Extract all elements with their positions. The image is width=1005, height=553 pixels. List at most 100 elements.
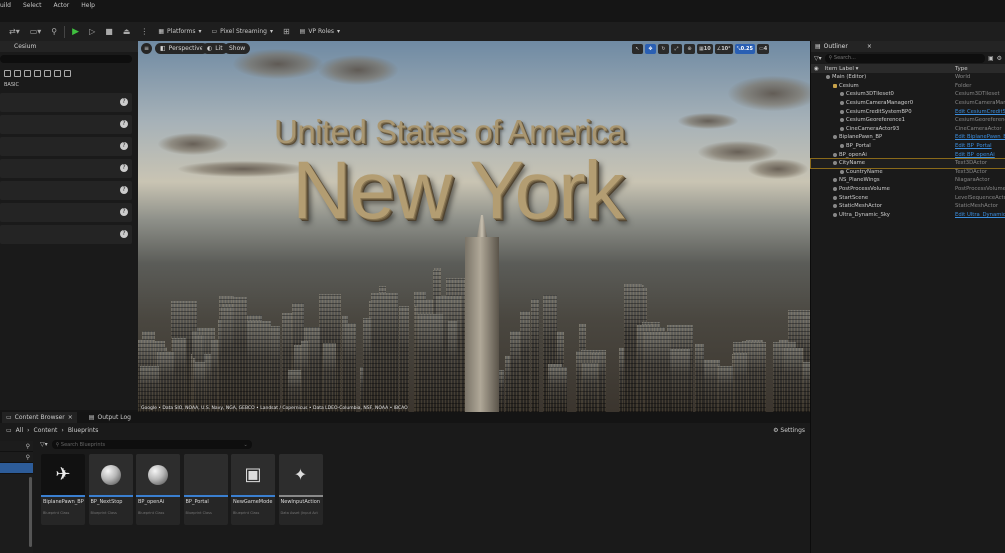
scale-snap-button[interactable]: ⤡ 0.25	[734, 43, 756, 54]
help-icon[interactable]: ?	[120, 142, 128, 150]
outliner-row[interactable]: BiplanePawn_BP Edit BiplanePawn_B	[811, 133, 1005, 142]
more-options-icon[interactable]: ⋮	[137, 25, 151, 39]
menu-help[interactable]: Help	[81, 2, 95, 9]
menu-build[interactable]: uild	[0, 2, 11, 9]
help-icon[interactable]: ?	[120, 230, 128, 238]
menu-select[interactable]: Select	[23, 2, 42, 9]
close-icon[interactable]: ×	[68, 414, 73, 421]
outliner-row[interactable]: CityName Text3DActor	[810, 157, 1005, 169]
breadcrumb-content[interactable]: Content	[34, 427, 58, 434]
type-column[interactable]: Type	[955, 66, 968, 72]
property-row[interactable]: ?	[0, 159, 132, 178]
close-icon[interactable]: ×	[867, 43, 872, 50]
outliner-search-input[interactable]: ⚲ Search...	[824, 53, 985, 63]
advance-frame-icon[interactable]: ▷	[86, 25, 98, 39]
settings-icon[interactable]: ⚙	[997, 55, 1002, 62]
outliner-tab[interactable]: ▤ Outliner ×	[811, 41, 1005, 52]
eject-icon[interactable]: ⏏	[120, 25, 134, 39]
blueprint-menu-icon[interactable]: ▭▾	[27, 25, 45, 39]
help-icon[interactable]: ?	[120, 98, 128, 106]
outliner-row-type[interactable]: Edit BiplanePawn_B	[955, 134, 1005, 140]
translate-mode-icon[interactable]: ✥	[645, 43, 656, 54]
help-icon[interactable]: ?	[120, 208, 128, 216]
asset-tile[interactable]: ✈ BiplanePawn_BP Blueprint Class	[41, 454, 85, 525]
outliner-row[interactable]: CesiumCameraManager0 CesiumCameraMan	[811, 99, 1005, 108]
transform-mode-icon[interactable]: ⇄▾	[6, 25, 23, 39]
asset-tile[interactable]: ✦ NewInputAction Data Asset (Input Act	[278, 454, 323, 525]
asset-tile[interactable]: ▣ NewGameMode Blueprint Class	[231, 454, 275, 525]
menu-actor[interactable]: Actor	[53, 2, 69, 9]
surface-snap-icon[interactable]: ⊕	[684, 43, 695, 54]
visibility-icon[interactable]: ◉	[814, 66, 819, 72]
outliner-row[interactable]: Main (Editor) World	[811, 73, 1005, 82]
outliner-row-type[interactable]: Edit Ultra_Dynamic_	[955, 212, 1005, 218]
outliner-row[interactable]: CineCameraActor93 CineCameraActor	[811, 125, 1005, 134]
help-icon[interactable]: ?	[120, 120, 128, 128]
help-icon[interactable]: ?	[120, 186, 128, 194]
property-row[interactable]: ?	[0, 181, 132, 200]
settings-icon[interactable]	[64, 69, 71, 77]
outliner-row[interactable]: StaticMeshActor StaticMeshActor	[811, 202, 1005, 211]
camera-icon[interactable]	[44, 69, 51, 77]
property-row[interactable]: ?	[0, 203, 132, 222]
cinematics-icon[interactable]: ⚲	[48, 25, 60, 39]
grid-icon[interactable]	[24, 69, 31, 77]
outliner-row[interactable]: PostProcessVolume PostProcessVolume	[811, 185, 1005, 194]
asset-tile[interactable]: BP_openAi Blueprint Class	[136, 454, 180, 525]
help-icon[interactable]: ?	[120, 164, 128, 172]
search-icon[interactable]: ⚲	[26, 454, 30, 461]
property-row[interactable]: ?	[0, 137, 132, 156]
platforms-button[interactable]: ▦ Platforms ▾	[155, 25, 204, 39]
selected-folder-row[interactable]	[0, 463, 33, 474]
outliner-row[interactable]: CountryName Text3DActor	[811, 168, 1005, 177]
folder-icon[interactable]: ▭	[6, 427, 12, 434]
scrollbar[interactable]	[29, 477, 32, 547]
outliner-row[interactable]: Cesium3DTileset0 Cesium3DTileset	[811, 90, 1005, 99]
box-icon[interactable]	[54, 69, 61, 77]
outliner-row-type[interactable]: Edit CesiumCreditSy	[955, 109, 1005, 115]
scale-mode-icon[interactable]: ⤢	[671, 43, 682, 54]
camera-speed-button[interactable]: ▭ 4	[757, 43, 770, 54]
play-icon[interactable]: ▶	[69, 25, 82, 39]
tab-output-log[interactable]: ▤ Output Log	[85, 412, 135, 423]
panel-search-input[interactable]	[0, 55, 132, 63]
outliner-row[interactable]: NS_PlaneWings NiagaraActor	[811, 176, 1005, 185]
breadcrumb-blueprints[interactable]: Blueprints	[68, 427, 99, 434]
grid-snap-button[interactable]: ▦ 10	[697, 43, 713, 54]
show-button[interactable]: Show	[224, 43, 251, 54]
vp-roles-button[interactable]: ▤ VP Roles ▾	[297, 25, 343, 39]
search-icon[interactable]: ⚲	[26, 443, 30, 450]
outliner-row[interactable]: Ultra_Dynamic_Sky Edit Ultra_Dynamic_	[811, 211, 1005, 220]
outliner-row[interactable]: BP_openAi Edit BP_openAi	[811, 150, 1005, 159]
outliner-row[interactable]: StartScene LevelSequenceActo	[811, 193, 1005, 202]
collections-search-row[interactable]: ⚲	[0, 452, 33, 463]
select-mode-icon[interactable]: ↖	[632, 43, 643, 54]
angle-snap-button[interactable]: ∠ 10°	[714, 43, 733, 54]
asset-tile[interactable]: BP_NextStop Blueprint Class	[88, 454, 133, 525]
filter-icon[interactable]: ▽▾	[814, 55, 822, 62]
filter-icon[interactable]: ▽▾	[40, 441, 48, 448]
asset-search-input[interactable]: ⚲ Search Blueprints ⌄	[51, 440, 252, 449]
item-label-column[interactable]: Item Label ▾	[825, 66, 859, 72]
stop-icon[interactable]: ■	[102, 25, 116, 39]
outliner-row[interactable]: CesiumCreditSystemBP0 Edit CesiumCreditSy	[811, 107, 1005, 116]
level-viewport[interactable]: United States of America New York ≡ ◧ Per…	[138, 41, 810, 412]
property-row[interactable]: ?	[0, 93, 132, 112]
settings-button[interactable]: ⚙ Settings	[773, 427, 805, 434]
property-row[interactable]: ?	[0, 115, 132, 134]
cube-icon[interactable]	[34, 69, 41, 77]
pixel-streaming-button[interactable]: ▭ Pixel Streaming ▾	[208, 25, 275, 39]
filter-icon[interactable]	[4, 69, 11, 77]
settings-icon[interactable]: ⊞	[280, 25, 293, 39]
asset-tile[interactable]: BP_Portal Blueprint Class	[183, 454, 228, 525]
outliner-row-type[interactable]: Edit BP_openAi	[955, 152, 1005, 158]
sources-search-row[interactable]: ⚲	[0, 441, 33, 452]
actor-icon[interactable]	[14, 69, 21, 77]
add-folder-icon[interactable]: ▣	[988, 55, 994, 62]
breadcrumb-all[interactable]: All	[16, 427, 23, 434]
rotate-mode-icon[interactable]: ↻	[658, 43, 669, 54]
property-row[interactable]: ?	[0, 225, 132, 244]
outliner-row[interactable]: BP_Portal Edit BP_Portal	[811, 142, 1005, 151]
outliner-row[interactable]: CesiumGeoreference1 CesiumGeoreferenc	[811, 116, 1005, 125]
tab-content-browser[interactable]: ▭ Content Browser ×	[2, 412, 77, 423]
